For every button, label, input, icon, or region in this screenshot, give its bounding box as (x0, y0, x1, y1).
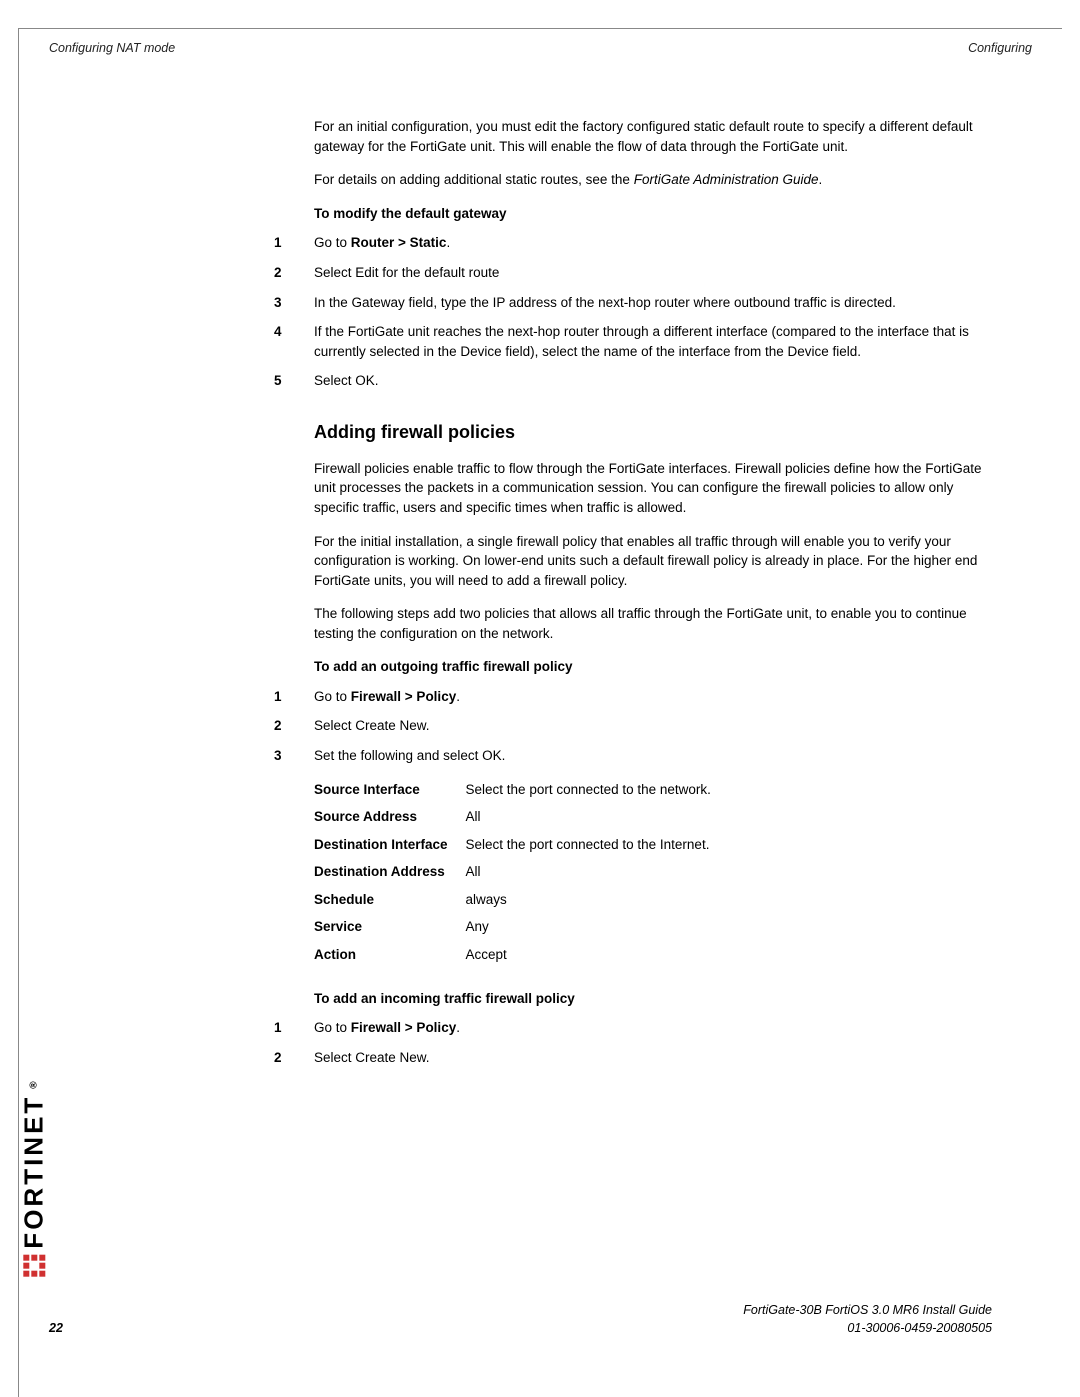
proc1-title: To modify the default gateway (314, 204, 992, 224)
intro-p2-a: For details on adding additional static … (314, 172, 634, 187)
step-text-b: Firewall > Policy (351, 689, 456, 704)
content-column: For an initial configuration, you must e… (314, 117, 992, 1067)
cell-label: Source Interface (314, 776, 466, 804)
cell-value: All (466, 858, 729, 886)
proc1-step-2: 2 Select Edit for the default route (314, 263, 992, 283)
step-text-a: Go to (314, 1020, 351, 1035)
intro-para-2: For details on adding additional static … (314, 170, 992, 190)
proc3-step-1: 1 Go to Firewall > Policy. (314, 1018, 992, 1038)
logo-text: FORTINET (15, 1095, 53, 1249)
proc2-step-3: 3 Set the following and select OK. (314, 746, 992, 766)
proc3-step-2: 2 Select Create New. (314, 1048, 992, 1068)
proc3-title: To add an incoming traffic firewall poli… (314, 989, 992, 1009)
step-text: Go to Firewall > Policy. (314, 1018, 992, 1038)
intro-p2-b: . (819, 172, 823, 187)
step-text: In the Gateway field, type the IP addres… (314, 293, 992, 313)
step-text: Select Create New. (314, 716, 992, 736)
cell-value: Select the port connected to the Interne… (466, 831, 729, 859)
step-text: Select Edit for the default route (314, 263, 992, 283)
step-number: 5 (274, 371, 314, 391)
intro-para-1: For an initial configuration, you must e… (314, 117, 992, 156)
table-row: Source AddressAll (314, 803, 729, 831)
step-text: If the FortiGate unit reaches the next-h… (314, 322, 992, 361)
proc2-step-2: 2 Select Create New. (314, 716, 992, 736)
cell-label: Destination Address (314, 858, 466, 886)
table-row: Source InterfaceSelect the port connecte… (314, 776, 729, 804)
step-number: 1 (274, 1018, 314, 1038)
table-row: ServiceAny (314, 913, 729, 941)
step-number: 4 (274, 322, 314, 342)
proc1-step-3: 3 In the Gateway field, type the IP addr… (314, 293, 992, 313)
footer-meta: FortiGate-30B FortiOS 3.0 MR6 Install Gu… (743, 1301, 992, 1337)
logo-mark-icon (23, 1255, 45, 1277)
header-right: Configuring (968, 39, 1032, 57)
trademark-icon: ® (27, 1079, 42, 1089)
cell-value: Select the port connected to the network… (466, 776, 729, 804)
step-number: 3 (274, 293, 314, 313)
step-text-c: . (456, 1020, 460, 1035)
table-row: ActionAccept (314, 941, 729, 969)
step-text-b: Firewall > Policy (351, 1020, 456, 1035)
step-text: Go to Firewall > Policy. (314, 687, 992, 707)
step-text-c: . (446, 235, 450, 250)
cell-value: always (466, 886, 729, 914)
page-number: 22 (49, 1319, 63, 1337)
step-number: 1 (274, 687, 314, 707)
cell-label: Service (314, 913, 466, 941)
section-title: Adding firewall policies (314, 419, 992, 445)
step-number: 2 (274, 1048, 314, 1068)
step-number: 3 (274, 746, 314, 766)
step-text-a: Go to (314, 235, 351, 250)
intro-p2-em: FortiGate Administration Guide (634, 172, 819, 187)
step-text: Select OK. (314, 371, 992, 391)
settings-table: Source InterfaceSelect the port connecte… (314, 776, 729, 969)
proc1-step-1: 1 Go to Router > Static. (314, 233, 992, 253)
cell-label: Source Address (314, 803, 466, 831)
section-p1: Firewall policies enable traffic to flow… (314, 459, 992, 518)
cell-value: All (466, 803, 729, 831)
cell-label: Action (314, 941, 466, 969)
cell-value: Accept (466, 941, 729, 969)
step-text-a: Go to (314, 689, 351, 704)
step-text-b: Router > Static (351, 235, 447, 250)
proc2-steps: 1 Go to Firewall > Policy. 2 Select Crea… (314, 687, 992, 766)
proc1-step-5: 5 Select OK. (314, 371, 992, 391)
running-header: Configuring NAT mode Configuring (19, 29, 1062, 57)
step-text-c: . (456, 689, 460, 704)
section-p2: For the initial installation, a single f… (314, 532, 992, 591)
proc2-step-1: 1 Go to Firewall > Policy. (314, 687, 992, 707)
page-frame: Configuring NAT mode Configuring For an … (18, 28, 1062, 1397)
step-number: 2 (274, 263, 314, 283)
table-row: Destination InterfaceSelect the port con… (314, 831, 729, 859)
header-left: Configuring NAT mode (49, 39, 175, 57)
proc3-steps: 1 Go to Firewall > Policy. 2 Select Crea… (314, 1018, 992, 1067)
fortinet-logo: FORTINET ® (15, 1079, 53, 1277)
step-text: Set the following and select OK. (314, 746, 992, 766)
footer-line-1: FortiGate-30B FortiOS 3.0 MR6 Install Gu… (743, 1301, 992, 1319)
page-footer: 22 FortiGate-30B FortiOS 3.0 MR6 Install… (49, 1301, 992, 1337)
cell-label: Schedule (314, 886, 466, 914)
cell-label: Destination Interface (314, 831, 466, 859)
cell-value: Any (466, 913, 729, 941)
step-text: Select Create New. (314, 1048, 992, 1068)
step-number: 2 (274, 716, 314, 736)
proc1-steps: 1 Go to Router > Static. 2 Select Edit f… (314, 233, 992, 390)
step-number: 1 (274, 233, 314, 253)
proc1-step-4: 4 If the FortiGate unit reaches the next… (314, 322, 992, 361)
step-text: Go to Router > Static. (314, 233, 992, 253)
footer-line-2: 01-30006-0459-20080505 (743, 1319, 992, 1337)
proc2-title: To add an outgoing traffic firewall poli… (314, 657, 992, 677)
section-p3: The following steps add two policies tha… (314, 604, 992, 643)
table-row: Schedulealways (314, 886, 729, 914)
table-row: Destination AddressAll (314, 858, 729, 886)
